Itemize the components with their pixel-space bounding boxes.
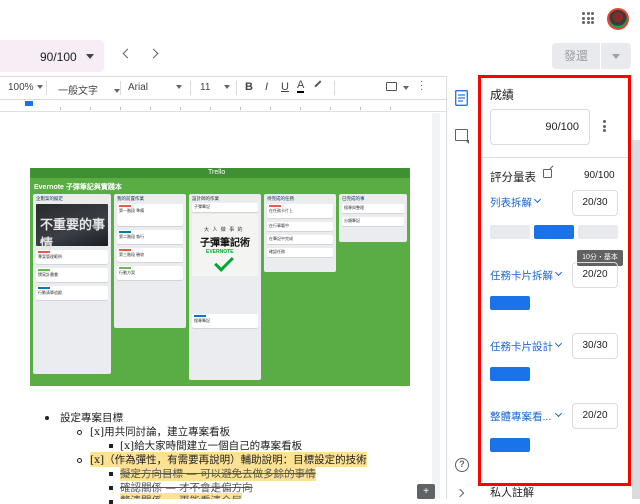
italic-button[interactable]: I <box>265 81 268 93</box>
private-notes-heading: 私人註解 <box>490 487 534 499</box>
bullet-marker <box>45 416 49 420</box>
more-options-icon[interactable]: · · · <box>420 77 423 95</box>
style-select[interactable]: 一般文字 <box>58 82 120 97</box>
list-card: 確認任務 <box>267 248 333 257</box>
photo-caption: 不重要的事情 <box>40 218 106 252</box>
list-item[interactable]: 擬定方向目標 — 可以避免去做多餘的事情 <box>120 466 316 481</box>
insert-image-icon[interactable] <box>386 82 397 91</box>
board-list: 設計師的作業 子彈筆記 大 人 做 事 的 子彈筆記術 EVERNOTE 搜尋筆… <box>189 194 261 380</box>
list-card: 在任務卡片上 <box>267 204 333 218</box>
board-list: 我的前置作業 第一階段 準備 第二階段 執行 第三階段 驗收 行動方案 <box>114 194 186 328</box>
book-title: 子彈筆記術 <box>200 238 250 249</box>
panel-scrollbar[interactable] <box>632 140 640 499</box>
book-cover-image: 大 人 做 事 的 子彈筆記術 EVERNOTE <box>192 214 258 276</box>
indent-marker[interactable] <box>25 101 33 106</box>
toolbar-divider <box>334 81 335 95</box>
bullet-marker <box>109 500 113 504</box>
rubric-icon[interactable] <box>455 90 468 106</box>
bullet-marker <box>77 430 82 435</box>
apps-grid-icon[interactable] <box>582 12 594 24</box>
list-title: 設計師的作業 <box>192 196 219 201</box>
list-item[interactable]: [x]給大家時間建立一個自己的專案看板 <box>120 438 302 453</box>
bold-button[interactable]: B <box>245 81 253 93</box>
return-button[interactable]: 發還 <box>552 43 600 69</box>
next-student-button[interactable] <box>148 48 159 59</box>
list-card: 第三階段 驗收 <box>117 248 183 262</box>
text-color-button[interactable]: A <box>297 80 305 93</box>
list-title: 我的前置作業 <box>117 196 144 201</box>
board-list: 已完成的事 搜尋與整理 分類筆記 <box>339 194 407 242</box>
grade-select-value: 90/100 <box>40 50 77 64</box>
list-card: 第一階段 準備 <box>117 204 183 226</box>
list-card: 在行事曆中 <box>267 222 333 231</box>
board-list: 企劃案的擬定 不重要的事情 專案管理範例 撰寫計畫書 行動清單追蹤 <box>33 194 111 374</box>
list-title: 企劃案的擬定 <box>36 196 63 201</box>
list-item[interactable]: 設定專案目標 <box>60 410 123 425</box>
font-value: Arial <box>128 82 149 93</box>
ruler <box>0 100 446 112</box>
toolbar-divider <box>190 81 191 95</box>
bullet-marker <box>109 486 113 490</box>
zoom-select[interactable]: 100% <box>8 82 43 93</box>
book-subtitle: 大 人 做 事 的 <box>204 227 244 233</box>
list-card: 子彈筆記 <box>192 203 258 212</box>
board-logo: Trello <box>208 169 226 176</box>
font-select[interactable]: Arial <box>128 82 183 93</box>
return-options-button[interactable] <box>601 43 631 69</box>
checkmark-icon <box>214 252 234 272</box>
underline-button[interactable]: U <box>281 81 289 93</box>
toolbar-divider <box>120 81 121 95</box>
list-card: 在筆記中完成 <box>267 235 333 244</box>
board-photo: 不重要的事情 <box>36 204 108 252</box>
image-options-caret[interactable] <box>400 83 409 94</box>
list-item[interactable]: [x]（作為彈性，有需要再說明）輔助說明：目標設定的技術 <box>90 452 367 467</box>
list-card: 搜尋與整理 <box>342 204 404 213</box>
bullet-marker <box>77 458 82 463</box>
bullet-marker <box>109 444 113 448</box>
top-app-bar <box>0 0 640 36</box>
board-image: Trello Evernote 子彈筆記與實踐本 企劃案的擬定 不重要的事情 專… <box>30 168 410 386</box>
list-card: 分類筆記 <box>342 217 404 226</box>
list-card: 行動方案 <box>117 266 183 280</box>
list-card: 搜尋筆記 <box>192 314 258 328</box>
bullet-marker <box>109 472 113 476</box>
board-list: 待完成的任務 在任務卡片上 在行事曆中 在筆記中完成 確認任務 <box>264 194 336 272</box>
highlight-box <box>478 75 631 486</box>
chevron-down-icon <box>86 54 94 59</box>
highlight-pen-icon[interactable] <box>314 80 326 92</box>
toolbar-divider <box>46 81 47 95</box>
comment-icon[interactable] <box>455 129 469 144</box>
list-title: 待完成的任務 <box>267 196 294 201</box>
toolbar-divider <box>236 81 237 95</box>
list-card: 第二階段 執行 <box>117 230 183 244</box>
zoom-value: 100% <box>8 82 34 93</box>
style-value: 一般文字 <box>58 86 98 97</box>
list-card: 專案管理範例 <box>36 250 108 264</box>
list-card: 撰寫計畫書 <box>36 268 108 282</box>
list-title: 已完成的事 <box>342 196 365 201</box>
doc-toolbar: 100% 一般文字 Arial 11 B I U A · · · <box>0 76 446 100</box>
grade-select[interactable]: 90/100 <box>0 40 104 72</box>
previous-student-button[interactable] <box>122 48 133 59</box>
font-size-select[interactable]: 11 <box>200 82 231 93</box>
font-size-value: 11 <box>200 82 211 93</box>
list-card: 行動清單追蹤 <box>36 286 108 300</box>
board-title: Evernote 子彈筆記與實踐本 <box>34 184 122 191</box>
help-icon[interactable]: ? <box>455 458 469 472</box>
add-comment-button[interactable]: + <box>417 484 435 499</box>
avatar[interactable] <box>607 8 629 30</box>
document-scrollbar[interactable] <box>432 113 440 499</box>
list-item[interactable]: [x]用共同討論，建立專案看板 <box>90 424 230 439</box>
list-item[interactable]: 釐清關係 — 更能看清全局 <box>120 493 243 499</box>
